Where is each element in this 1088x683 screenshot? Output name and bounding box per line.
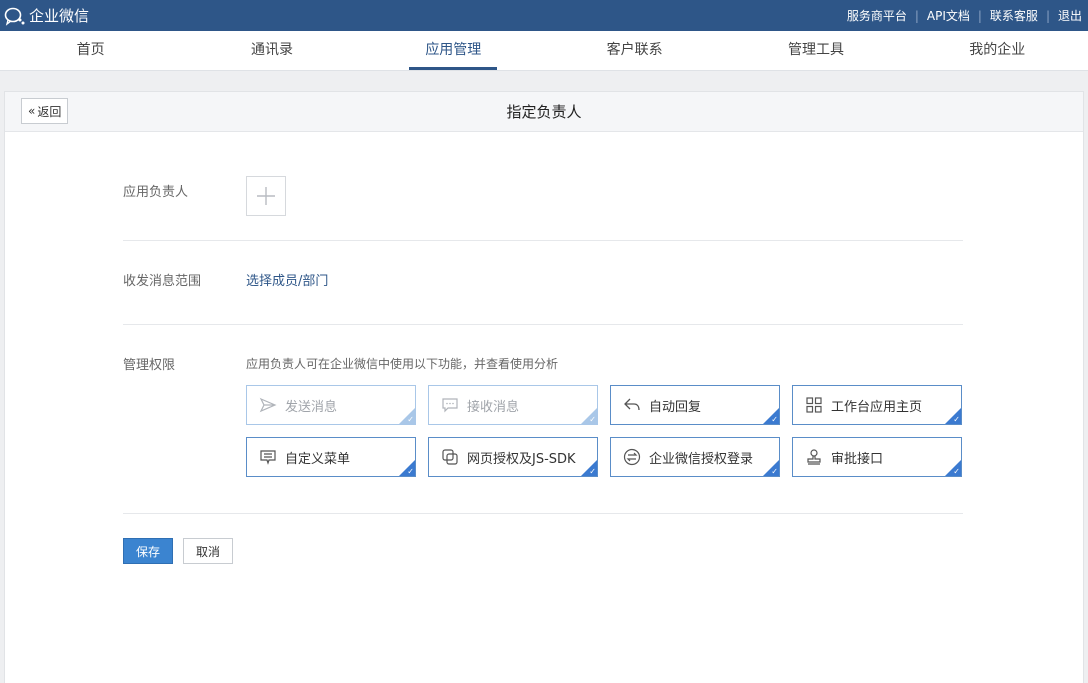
perm-web-auth-jssdk[interactable]: 网页授权及JS-SDK ✓ bbox=[428, 437, 598, 477]
nav-tab-management-tools[interactable]: 管理工具 bbox=[725, 31, 906, 70]
plus-icon bbox=[257, 187, 275, 205]
check-icon: ✓ bbox=[589, 467, 596, 476]
owner-label: 应用负责人 bbox=[123, 185, 189, 200]
top-links: 服务商平台 | API文档 | 联系客服 | 退出 bbox=[847, 7, 1082, 24]
message-icon bbox=[442, 398, 458, 413]
wework-logo-icon bbox=[4, 7, 25, 26]
perm-workbench-home[interactable]: 工作台应用主页 ✓ bbox=[792, 385, 962, 425]
perm-custom-menu[interactable]: 自定义菜单 ✓ bbox=[246, 437, 416, 477]
perm-label: 接收消息 bbox=[467, 399, 520, 415]
perm-label: 自定义菜单 bbox=[285, 451, 351, 467]
scope-label: 收发消息范围 bbox=[123, 274, 202, 289]
back-button[interactable]: « 返回 bbox=[21, 98, 69, 124]
nav-tab-label: 客户联系 bbox=[606, 42, 663, 58]
check-icon: ✓ bbox=[953, 415, 960, 424]
add-owner-button[interactable] bbox=[246, 176, 286, 216]
top-bar: 企业微信 服务商平台 | API文档 | 联系客服 | 退出 bbox=[0, 0, 1088, 31]
check-icon: ✓ bbox=[589, 415, 596, 424]
nav-tab-label: 应用管理 bbox=[409, 31, 498, 70]
perm-label: 自动回复 bbox=[649, 399, 702, 415]
nav-tab-label: 我的企业 bbox=[969, 42, 1026, 58]
send-icon bbox=[259, 397, 277, 413]
perm-wework-login[interactable]: 企业微信授权登录 ✓ bbox=[610, 437, 780, 477]
logout-link[interactable]: 退出 bbox=[1058, 7, 1082, 24]
menu-icon bbox=[260, 450, 276, 465]
perm-approval-api[interactable]: 审批接口 ✓ bbox=[792, 437, 962, 477]
perm-label: 发送消息 bbox=[285, 399, 338, 415]
perm-label: 审批接口 bbox=[831, 451, 884, 467]
main-nav: 首页 通讯录 应用管理 客户联系 管理工具 我的企业 bbox=[0, 31, 1088, 71]
nav-tab-label: 管理工具 bbox=[787, 42, 844, 58]
nav-tab-label: 首页 bbox=[76, 42, 105, 58]
separator: | bbox=[914, 8, 919, 23]
permission-label: 管理权限 bbox=[123, 358, 176, 373]
double-chevron-left-icon: « bbox=[28, 104, 36, 118]
nav-tab-label: 通讯录 bbox=[250, 42, 293, 58]
perm-auto-reply[interactable]: 自动回复 ✓ bbox=[610, 385, 780, 425]
grid-icon bbox=[806, 397, 822, 413]
check-icon: ✓ bbox=[407, 415, 414, 424]
cancel-button[interactable]: 取消 bbox=[183, 538, 233, 564]
api-docs-link[interactable]: API文档 bbox=[927, 7, 970, 24]
nav-tab-my-company[interactable]: 我的企业 bbox=[907, 31, 1088, 70]
select-members-link[interactable]: 选择成员/部门 bbox=[246, 270, 328, 289]
contact-support-link[interactable]: 联系客服 bbox=[990, 7, 1038, 24]
provider-platform-link[interactable]: 服务商平台 bbox=[847, 7, 907, 24]
save-button[interactable]: 保存 bbox=[123, 538, 173, 564]
back-label: 返回 bbox=[37, 104, 62, 119]
web-auth-icon bbox=[442, 449, 458, 465]
check-icon: ✓ bbox=[771, 415, 778, 424]
nav-tab-app-management[interactable]: 应用管理 bbox=[363, 31, 544, 70]
nav-tab-customer-contact[interactable]: 客户联系 bbox=[544, 31, 725, 70]
nav-tab-home[interactable]: 首页 bbox=[0, 31, 181, 70]
check-icon: ✓ bbox=[407, 467, 414, 476]
separator: | bbox=[977, 8, 982, 23]
content-panel: « 返回 指定负责人 应用负责人 收发消息范围 选择成员/部门 管理权限 应用负… bbox=[4, 91, 1084, 683]
permission-description: 应用负责人可在企业微信中使用以下功能，并查看使用分析 bbox=[246, 357, 559, 371]
login-auth-icon bbox=[623, 448, 641, 466]
check-icon: ✓ bbox=[953, 467, 960, 476]
panel-header: « 返回 指定负责人 bbox=[5, 92, 1083, 132]
brand-logo[interactable]: 企业微信 bbox=[4, 5, 89, 26]
perm-receive-message[interactable]: 接收消息 ✓ bbox=[428, 385, 598, 425]
divider bbox=[123, 513, 963, 514]
page-title: 指定负责人 bbox=[506, 103, 582, 121]
perm-label: 工作台应用主页 bbox=[831, 399, 923, 415]
check-icon: ✓ bbox=[771, 467, 778, 476]
brand-name: 企业微信 bbox=[29, 7, 90, 25]
perm-send-message[interactable]: 发送消息 ✓ bbox=[246, 385, 416, 425]
nav-tab-contacts[interactable]: 通讯录 bbox=[181, 31, 362, 70]
stamp-icon bbox=[807, 449, 821, 465]
perm-label: 网页授权及JS-SDK bbox=[467, 451, 576, 467]
divider bbox=[123, 324, 963, 325]
perm-label: 企业微信授权登录 bbox=[649, 451, 754, 467]
reply-icon bbox=[624, 398, 640, 411]
separator: | bbox=[1045, 8, 1050, 23]
divider bbox=[123, 240, 963, 241]
